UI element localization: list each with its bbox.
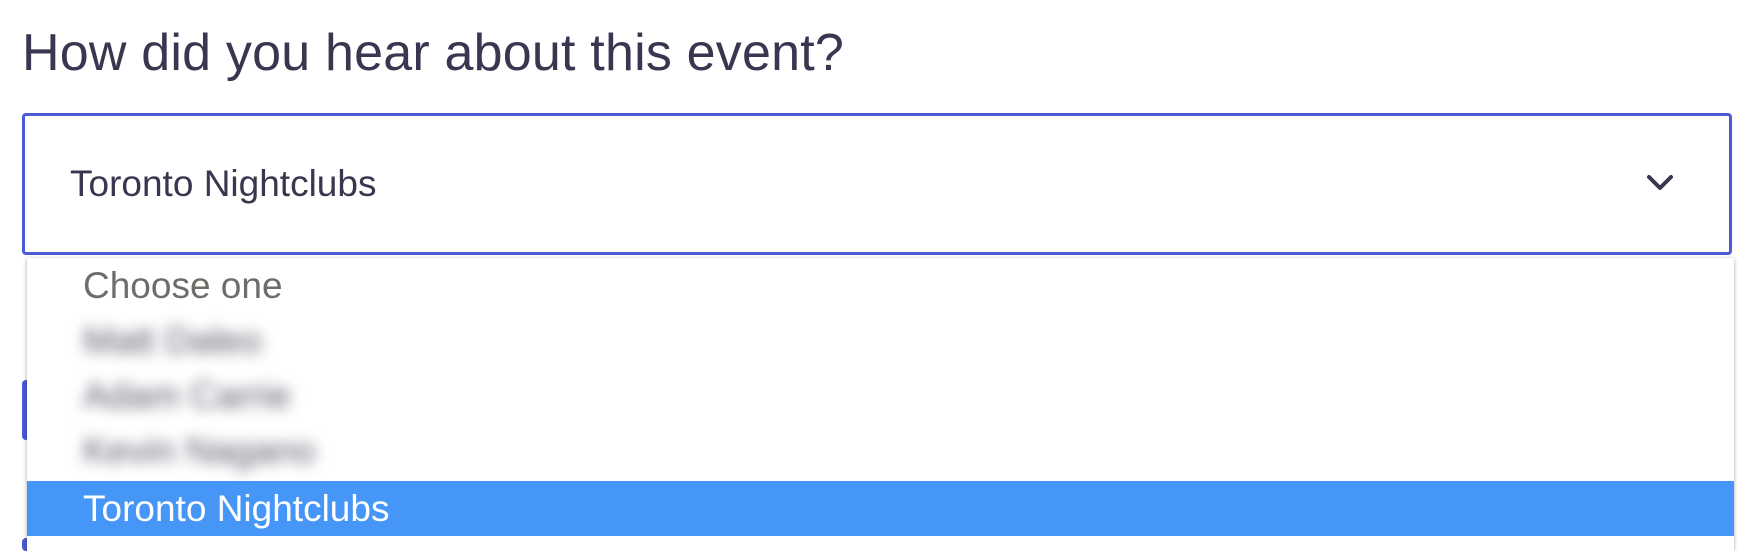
chevron-down-icon[interactable] (1643, 166, 1677, 200)
option-toronto-nightclubs[interactable]: Toronto Nightclubs (27, 481, 1734, 536)
question-label: How did you hear about this event? (22, 24, 844, 82)
option-choose-one[interactable]: Choose one (27, 258, 1734, 313)
option-person[interactable]: Kevin Nagano (27, 423, 1734, 478)
options-dropdown: Choose one Matt Daleo Adam Carrie Kevin … (27, 258, 1734, 551)
source-select[interactable]: Toronto Nightclubs (22, 113, 1732, 255)
option-person[interactable]: Matt Daleo (27, 313, 1734, 368)
option-person[interactable]: Adam Carrie (27, 368, 1734, 423)
select-current-value: Toronto Nightclubs (70, 163, 377, 204)
